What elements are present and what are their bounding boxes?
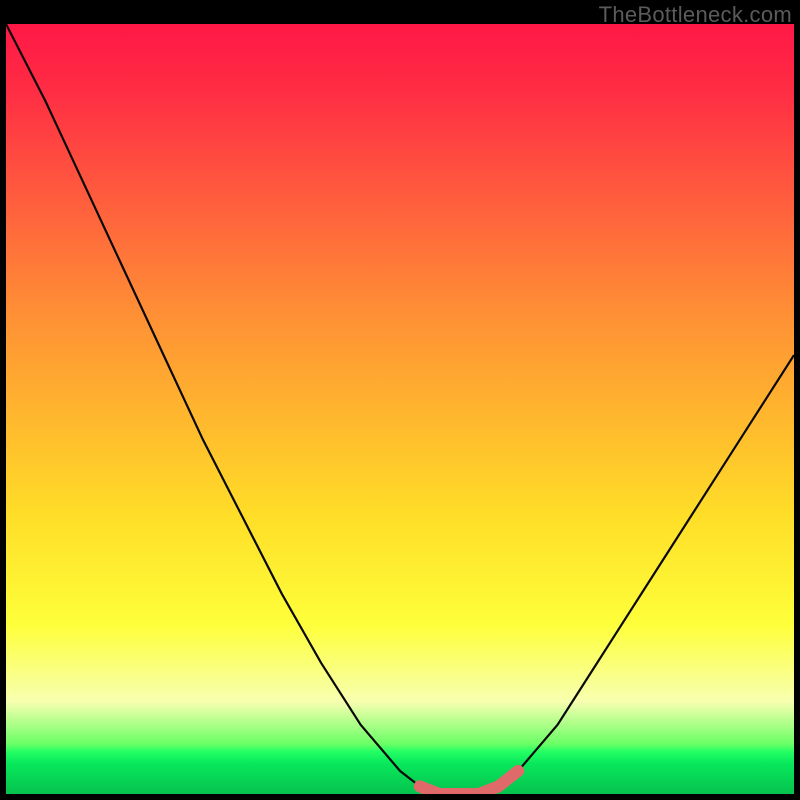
chart-frame	[6, 24, 794, 794]
heat-gradient	[6, 24, 794, 794]
chart-gradient-area	[6, 24, 794, 794]
